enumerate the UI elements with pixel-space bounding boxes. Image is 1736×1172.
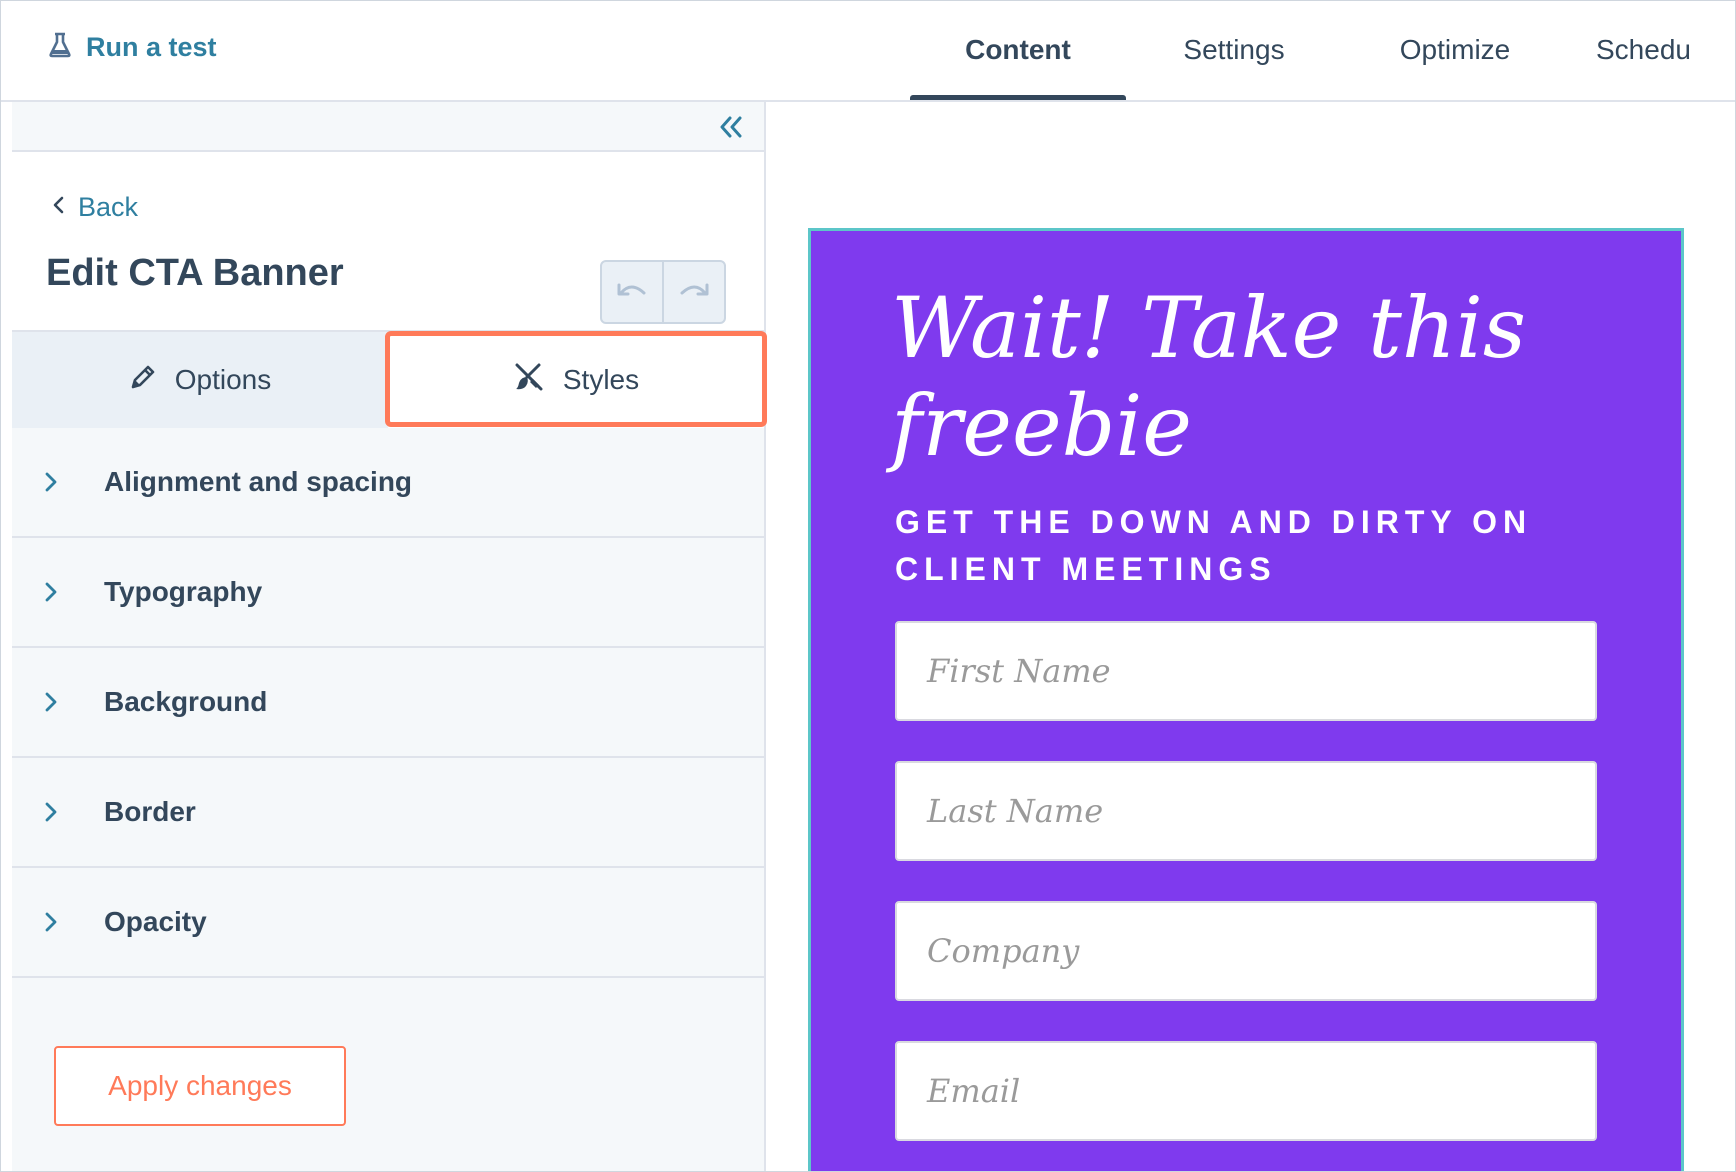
- tab-options[interactable]: Options: [12, 332, 388, 428]
- section-background[interactable]: Background: [12, 648, 764, 758]
- first-name-field[interactable]: First Name: [895, 621, 1597, 721]
- section-opacity[interactable]: Opacity: [12, 868, 764, 978]
- tab-options-label: Options: [174, 364, 272, 395]
- run-test-button[interactable]: Run a test: [48, 32, 217, 63]
- section-label: Typography: [104, 576, 263, 607]
- panel-title: Edit CTA Banner: [46, 252, 344, 294]
- pencil-icon: [129, 363, 157, 398]
- section-alignment-and-spacing[interactable]: Alignment and spacing: [12, 428, 764, 538]
- undo-redo-group: [600, 260, 726, 324]
- section-label: Background: [104, 686, 268, 717]
- style-sections: Alignment and spacing Typography Backgro…: [12, 428, 764, 978]
- chevron-right-icon: [44, 581, 94, 603]
- email-field[interactable]: Email: [895, 1041, 1597, 1141]
- section-label: Border: [104, 796, 196, 827]
- redo-button[interactable]: [662, 262, 724, 322]
- chevron-right-icon: [44, 801, 94, 823]
- section-border[interactable]: Border: [12, 758, 764, 868]
- panel-collapse-row: [12, 102, 764, 152]
- panel-header: Back Edit CTA Banner: [12, 152, 764, 332]
- cta-banner[interactable]: Wait! Take this freebie GET THE DOWN AND…: [808, 228, 1684, 1172]
- chevron-right-icon: [44, 911, 94, 933]
- undo-icon: [615, 279, 649, 306]
- section-typography[interactable]: Typography: [12, 538, 764, 648]
- tab-optimize[interactable]: Optimize: [1342, 0, 1568, 100]
- main-tabs: Content Settings Optimize Schedu: [910, 0, 1736, 100]
- apply-changes-button[interactable]: Apply changes: [54, 1046, 346, 1126]
- tab-schedule[interactable]: Schedu: [1568, 0, 1736, 100]
- run-test-label: Run a test: [86, 32, 217, 62]
- top-bar: Run a test Content Settings Optimize Sch…: [0, 0, 1736, 102]
- chevron-right-icon: [44, 691, 94, 713]
- back-link[interactable]: Back: [52, 192, 138, 223]
- tab-styles-label: Styles: [562, 364, 640, 395]
- tab-styles[interactable]: Styles: [388, 332, 764, 428]
- banner-subtitle: GET THE DOWN AND DIRTY ON CLIENT MEETING…: [895, 504, 1533, 587]
- tab-content[interactable]: Content: [910, 0, 1126, 100]
- section-label: Opacity: [104, 906, 207, 937]
- last-name-field[interactable]: Last Name: [895, 761, 1597, 861]
- chevron-right-icon: [44, 471, 94, 493]
- back-label: Back: [78, 192, 139, 222]
- edit-panel: Back Edit CTA Banner Options Styles Alig…: [12, 102, 767, 1172]
- chevron-left-icon: [52, 195, 66, 220]
- panel-subtabs: Options Styles: [12, 331, 767, 428]
- redo-icon: [677, 279, 711, 306]
- undo-button[interactable]: [602, 262, 662, 322]
- brush-crossed-icon: [513, 361, 545, 400]
- flask-icon: [48, 32, 72, 63]
- banner-title: Wait! Take this freebie: [891, 279, 1526, 475]
- company-field[interactable]: Company: [895, 901, 1597, 1001]
- tab-settings[interactable]: Settings: [1126, 0, 1342, 100]
- section-label: Alignment and spacing: [104, 466, 413, 497]
- double-chevron-left-icon[interactable]: [716, 112, 746, 142]
- preview-area: Wait! Take this freebie GET THE DOWN AND…: [768, 102, 1736, 1172]
